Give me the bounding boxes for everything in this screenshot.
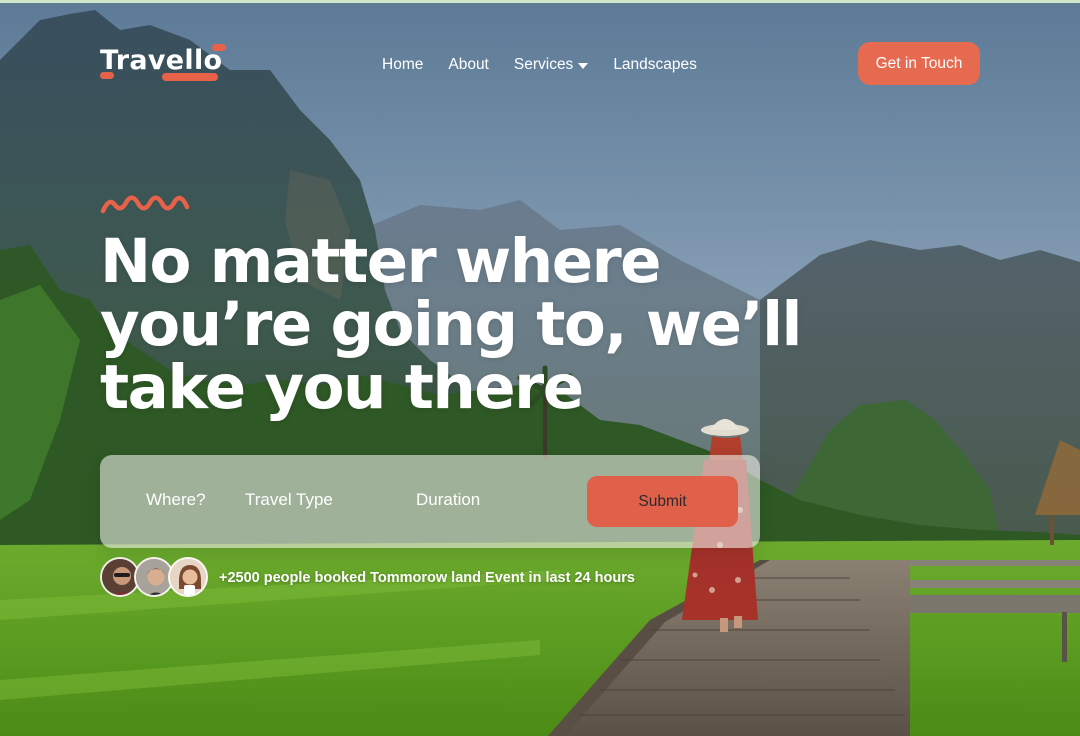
get-in-touch-button[interactable]: Get in Touch (858, 42, 980, 85)
nav-item-label: Services (513, 56, 574, 73)
avatar-group (100, 557, 212, 599)
chevron-down-icon (578, 63, 589, 69)
duration-field[interactable]: Duration (416, 490, 480, 510)
logo-accent-underline (162, 73, 218, 81)
trip-search-panel: Where? Travel Type Duration Submit (100, 455, 760, 548)
booking-count-text: +2500 people booked Tommorow land Event … (219, 570, 635, 586)
submit-button[interactable]: Submit (587, 476, 738, 527)
nav-item-services[interactable]: Services (513, 56, 589, 74)
avatar (168, 557, 208, 597)
nav-item-label: About (448, 56, 489, 73)
brand-logo[interactable]: Travello (100, 44, 230, 88)
travel-type-field[interactable]: Travel Type (245, 490, 333, 510)
social-proof: +2500 people booked Tommorow land Event … (100, 557, 635, 599)
nav-item-landscapes[interactable]: Landscapes (613, 56, 697, 74)
main-nav: Home About Services Landscapes (382, 54, 722, 76)
logo-accent-left (100, 72, 114, 79)
logo-accent-right (212, 44, 226, 51)
hero-headline: No matter where you’re going to, we’ll t… (100, 226, 802, 423)
nav-item-about[interactable]: About (448, 56, 489, 74)
nav-item-home[interactable]: Home (382, 56, 423, 74)
zigzag-icon (100, 195, 190, 214)
page: Travello Home About Services Landscapes … (0, 0, 1080, 736)
top-accent-line (0, 0, 1080, 3)
where-field[interactable]: Where? (146, 490, 206, 510)
nav-item-label: Landscapes (613, 56, 697, 73)
avatar-woman-coffee-icon (170, 559, 206, 595)
site-header: Travello Home About Services Landscapes … (0, 0, 1080, 130)
nav-item-label: Home (382, 56, 424, 73)
